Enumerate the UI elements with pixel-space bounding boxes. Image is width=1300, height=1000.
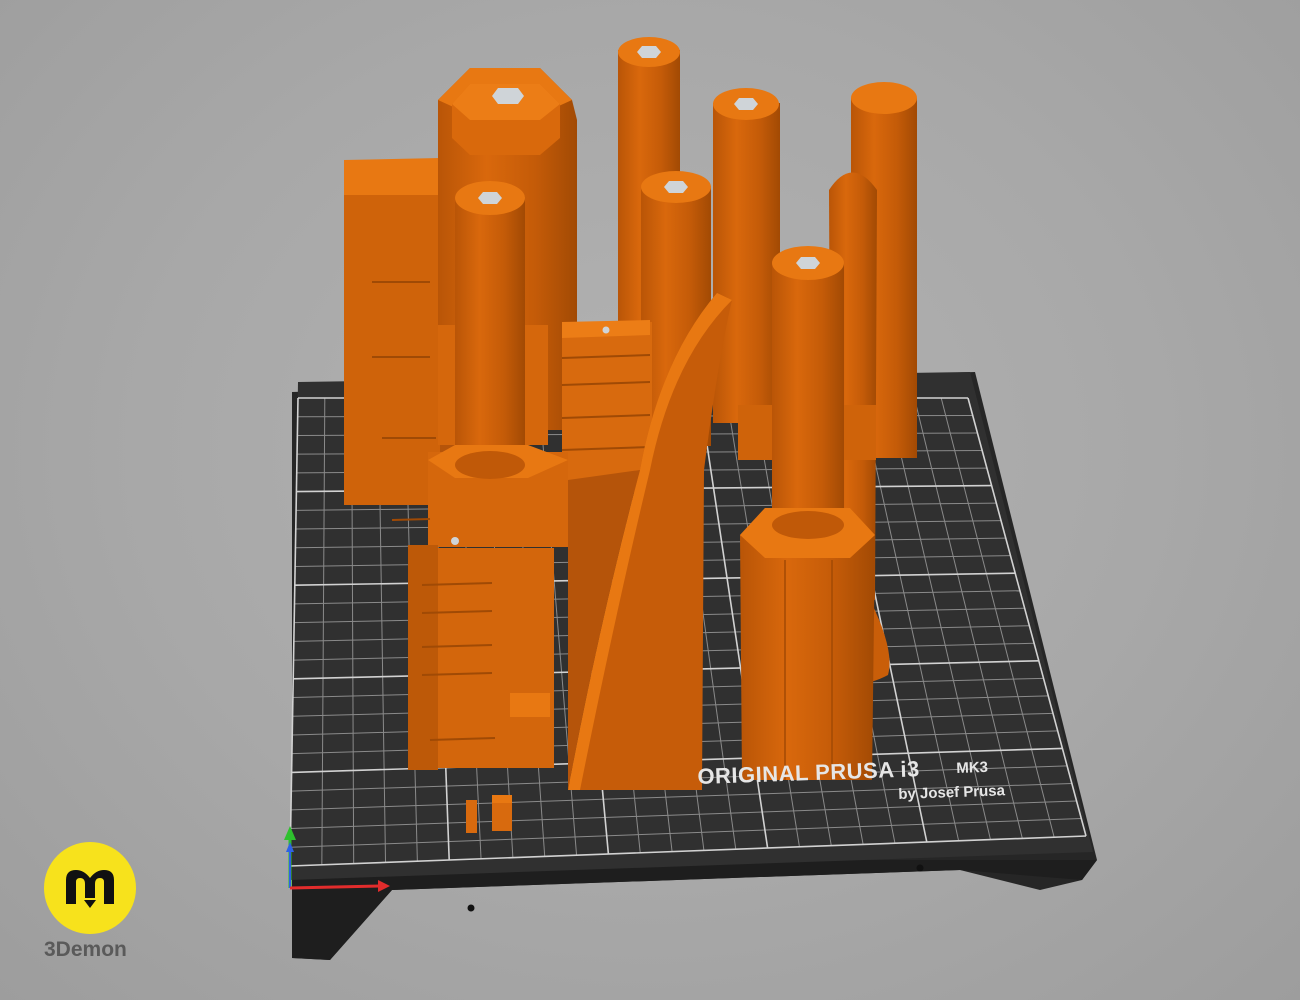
bed-model-text: MK3 (956, 758, 989, 777)
printed-parts (344, 37, 917, 833)
bed-screw-hole (916, 864, 924, 872)
tube-part (713, 88, 780, 423)
3d-viewport[interactable]: ORIGINAL PRUSA i3 MK3 by Josef Prusa 3De… (0, 0, 1300, 1000)
3demon-logo-icon (44, 842, 136, 934)
bed-screw-hole (467, 904, 475, 912)
watermark-name: 3Demon (44, 938, 127, 961)
scene (284, 37, 1097, 960)
